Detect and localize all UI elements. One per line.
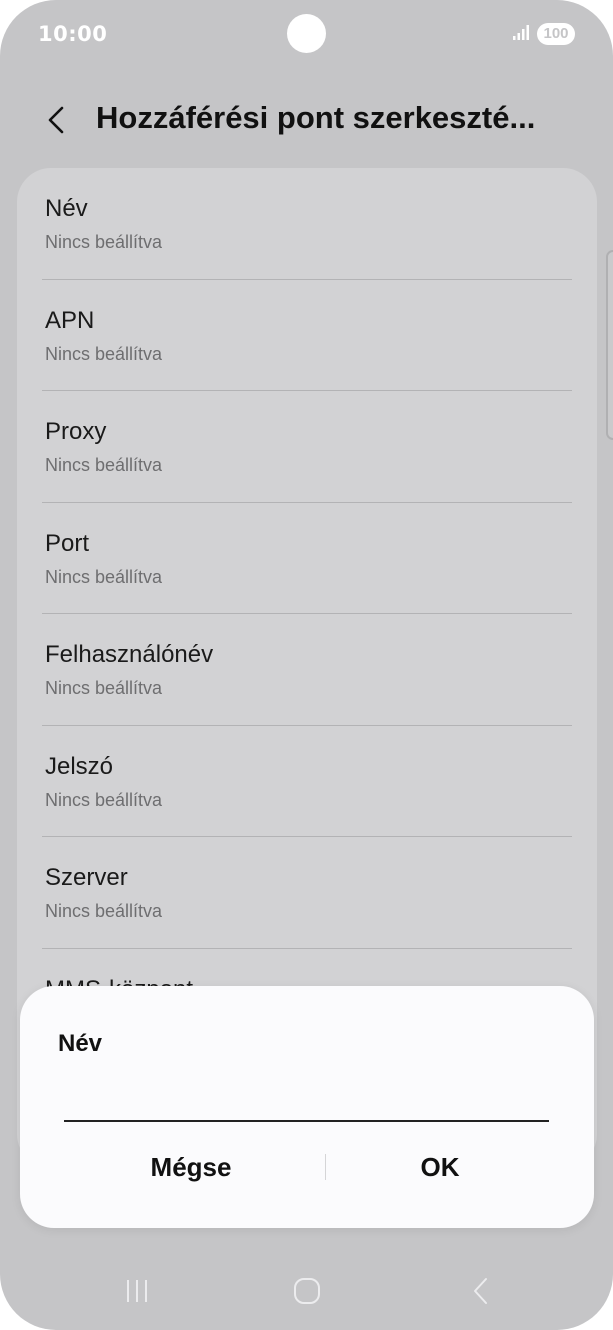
name-dialog: Név Mégse OK [20,986,594,1228]
list-item-title: APN [45,306,95,334]
list-item-value: Nincs beállítva [45,901,163,921]
list-item-value: Nincs beállítva [45,678,163,698]
battery-indicator: 100 [537,23,575,45]
list-item-title: Proxy [45,418,107,445]
recents-icon [127,1280,147,1302]
scrollbar[interactable] [606,250,613,440]
button-divider [325,1154,326,1180]
list-item-port[interactable]: Port Nincs beállítva [17,503,597,614]
list-item-value: Nincs beállítva [45,232,163,252]
list-item-title: Jelszó [45,752,114,780]
app-header: Hozzáférési pont szerkeszté... [0,90,613,150]
list-item-title: Felhasználónév [45,641,214,668]
home-icon [294,1278,320,1304]
nav-home-button[interactable] [282,1268,332,1316]
list-item-felhasznalonev[interactable]: Felhasználónév Nincs beállítva [17,614,597,726]
list-item-value: Nincs beállítva [45,566,163,587]
list-item-proxy[interactable]: Proxy Nincs beállítva [17,391,597,503]
status-time: 10:00 [38,22,108,46]
list-item-value: Nincs beállítva [45,789,163,810]
list-item-value: Nincs beállítva [45,343,163,364]
ok-button[interactable]: OK [340,1142,540,1192]
list-item-jelszo[interactable]: Jelszó Nincs beállítva [17,726,597,837]
list-item-szerver[interactable]: Szerver Nincs beállítva [17,837,597,949]
list-item-apn[interactable]: APN Nincs beállítva [17,280,597,391]
phone-screen: 10:00 100 Hozzáférési pont szerkeszté...… [0,0,613,1330]
list-item-title: Szerver [45,864,128,891]
chevron-left-icon [48,106,64,134]
status-bar: 10:00 100 [0,0,613,70]
navigation-bar [0,1262,613,1322]
signal-icon [513,25,529,40]
nav-back-button[interactable] [456,1268,506,1316]
list-item-nev[interactable]: Név Nincs beállítva [17,168,597,280]
list-item-title: Port [45,529,90,557]
list-item-title: Név [45,195,88,222]
back-button[interactable] [38,98,78,142]
list-item-value: Nincs beállítva [45,455,163,475]
back-icon [474,1278,487,1304]
page-title: Hozzáférési pont szerkeszté... [96,100,536,135]
cancel-button[interactable]: Mégse [91,1142,291,1192]
name-input[interactable] [64,1072,549,1122]
dialog-title: Név [58,1030,103,1057]
nav-recents-button[interactable] [112,1268,162,1316]
camera-cutout [287,14,326,53]
